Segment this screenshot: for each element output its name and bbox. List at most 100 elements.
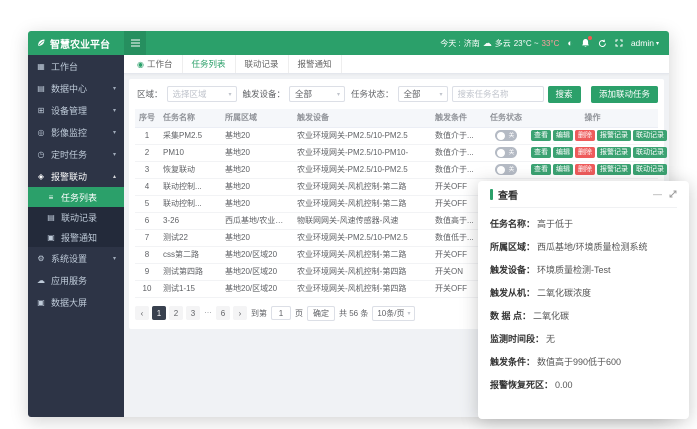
modal-field-row: 监测时间段：无 [490, 328, 677, 351]
title-accent-bar [490, 189, 493, 200]
task-name-search-input[interactable] [452, 86, 544, 102]
sidebar-item-alarm-linkage[interactable]: ◈报警联动▴ [28, 165, 124, 187]
weather-temp: 23°C ~ [514, 39, 539, 48]
tab-linkage-records[interactable]: 联动记录 [236, 55, 289, 73]
settings-icon: ⚙ [36, 254, 46, 263]
modal-field-row: 任务名称：高于低于 [490, 213, 677, 236]
edit-button[interactable]: 编辑 [553, 164, 573, 175]
list-icon: ≡ [46, 193, 56, 202]
linkage-record-button[interactable]: 联动记录 [633, 130, 667, 141]
view-button[interactable]: 查看 [531, 130, 551, 141]
prev-page-button[interactable]: ‹ [135, 306, 149, 320]
delete-button[interactable]: 删除 [575, 130, 595, 141]
view-button[interactable]: 查看 [531, 164, 551, 175]
delete-button[interactable]: 删除 [575, 147, 595, 158]
linkage-record-button[interactable]: 联动记录 [633, 147, 667, 158]
page-size-select[interactable]: 10条/页 ▾ [372, 306, 415, 321]
sidebar-item-video-monitor[interactable]: ◎影像监控▾ [28, 121, 124, 143]
linkage-record-button[interactable]: 联动记录 [633, 164, 667, 175]
region-label: 区域： [137, 88, 163, 100]
fullscreen-icon[interactable] [615, 39, 623, 47]
edit-button[interactable]: 编辑 [553, 147, 573, 158]
sidebar-item-data-screen[interactable]: ▣数据大屏 [28, 291, 124, 313]
status-toggle[interactable]: 关 [495, 147, 517, 158]
sidebar-item-alarm-notice[interactable]: ▣报警通知 [28, 227, 124, 247]
total-count: 共 56 条 [339, 308, 368, 319]
delete-button[interactable]: 删除 [575, 164, 595, 175]
notification-badge [588, 36, 592, 40]
sidebar-item-data-center[interactable]: ▤数据中心▾ [28, 77, 124, 99]
view-button[interactable]: 查看 [531, 147, 551, 158]
next-page-button[interactable]: › [233, 306, 247, 320]
expand-icon[interactable] [669, 190, 677, 198]
sidebar-collapse-button[interactable] [124, 31, 146, 55]
field-value: 高于低于 [537, 213, 573, 236]
cloud-icon: ☁ [36, 276, 46, 285]
cell-task-name: 3-26 [159, 212, 221, 229]
chevron-down-icon: ▾ [229, 91, 232, 98]
cell-index: 8 [135, 246, 159, 263]
page-button-3[interactable]: 3 [186, 306, 200, 320]
sidebar-item-linkage-records[interactable]: ▤联动记录 [28, 207, 124, 227]
sidebar-item-app-services[interactable]: ☁应用服务 [28, 269, 124, 291]
table-row: 2PM10基地20农业环境网关-PM2.5/10-PM10-数值介于...关查看… [135, 144, 658, 161]
tab-alarm-notice[interactable]: 报警通知 [289, 55, 342, 73]
cell-task-name: 测试第四路 [159, 263, 221, 280]
hamburger-icon [131, 39, 140, 47]
cell-region: 基地20 [221, 178, 293, 195]
task-status-select[interactable]: 全部 ▾ [398, 86, 448, 102]
tab-task-list[interactable]: 任务列表 [183, 55, 236, 73]
page-button-2[interactable]: 2 [169, 306, 183, 320]
trigger-device-select[interactable]: 全部 ▾ [289, 86, 345, 102]
cell-condition: 数值高于... [431, 212, 485, 229]
refresh-icon[interactable] [598, 39, 607, 48]
camera-icon: ◎ [36, 128, 46, 137]
data-icon: ▤ [36, 84, 46, 93]
goto-page-input[interactable] [271, 306, 291, 320]
field-value: 二氧化碳 [533, 305, 569, 328]
tab-workbench[interactable]: ◉工作台 [128, 55, 183, 73]
modal-field-row: 数 据 点：二氧化碳 [490, 305, 677, 328]
sidebar-item-task-list[interactable]: ≡任务列表 [28, 187, 124, 207]
alarm-record-button[interactable]: 报警记录 [597, 147, 631, 158]
chevron-up-icon: ▴ [113, 173, 116, 180]
region-select[interactable]: 选择区域 ▾ [167, 86, 237, 102]
field-value: 无 [546, 328, 555, 351]
field-label: 所属区域： [490, 236, 535, 259]
cell-region: 基地20/区域20 [221, 246, 293, 263]
home-icon: ◉ [137, 60, 144, 69]
sidebar-item-system-settings[interactable]: ⚙系统设置▾ [28, 247, 124, 269]
cell-condition: 数值低于... [431, 229, 485, 246]
weather-info: 今天 : 济南 ☁ 多云 23°C ~ 33°C [440, 38, 559, 49]
cell-index: 6 [135, 212, 159, 229]
modal-field-row: 报警恢复死区：0.00 [490, 374, 677, 397]
sidebar-item-device-management[interactable]: ⊞设备管理▾ [28, 99, 124, 121]
status-toggle[interactable]: 关 [495, 130, 517, 141]
status-toggle[interactable]: 关 [495, 164, 517, 175]
confirm-page-button[interactable]: 确定 [307, 306, 335, 321]
modal-fields: 任务名称：高于低于所属区域：西瓜基地/环境质量检测系统触发设备：环境质量检测-T… [490, 208, 677, 397]
cell-task-name: 测试1-15 [159, 280, 221, 297]
expand-arrows-icon [669, 190, 677, 198]
minimize-icon[interactable]: — [653, 190, 662, 199]
page-button-6[interactable]: 6 [216, 306, 230, 320]
chevron-down-icon: ▾ [113, 107, 116, 114]
field-value: 西瓜基地/环境质量检测系统 [537, 236, 648, 259]
cell-region: 基地20 [221, 127, 293, 144]
alarm-record-button[interactable]: 报警记录 [597, 164, 631, 175]
edit-button[interactable]: 编辑 [553, 130, 573, 141]
notification-bell-icon[interactable] [581, 38, 590, 48]
sidebar-item-scheduled-tasks[interactable]: ◷定时任务▾ [28, 143, 124, 165]
sidebar-item-workbench[interactable]: ▦工作台 [28, 55, 124, 77]
user-menu[interactable]: admin ▾ [631, 38, 659, 48]
chevron-down-icon: ▾ [656, 40, 659, 47]
search-button[interactable]: 搜索 [548, 86, 581, 103]
cell-operations: 查看编辑删除报警记录联动记录 [527, 127, 658, 144]
theme-icon[interactable]: ◐ [567, 39, 572, 48]
page-button-1[interactable]: 1 [152, 306, 166, 320]
alarm-record-button[interactable]: 报警记录 [597, 130, 631, 141]
pages-ellipsis: … [203, 306, 213, 320]
cell-condition: 开关OFF [431, 246, 485, 263]
weather-condition: 多云 [495, 38, 511, 49]
add-linkage-task-button[interactable]: 添加联动任务 [591, 86, 658, 103]
